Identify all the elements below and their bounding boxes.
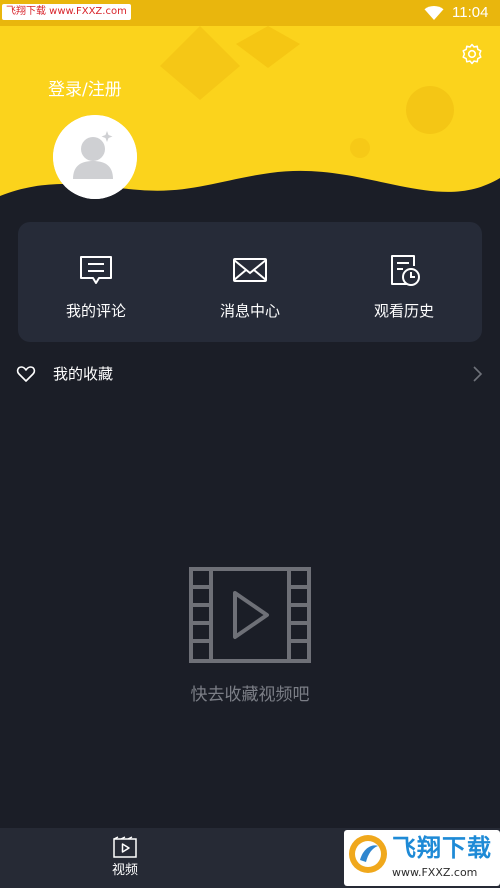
nav-tab-video-label: 视频 [111,863,138,878]
profile-header: 登录/注册 [0,26,500,236]
my-favorites-row[interactable]: 我的收藏 [0,352,500,396]
avatar[interactable] [53,115,137,199]
watermark-url: www.FXXZ.com [392,866,478,879]
wifi-icon [424,6,444,20]
watch-history-button[interactable]: 观看历史 [327,222,481,342]
message-center-button[interactable]: 消息中心 [173,222,327,342]
video-icon [113,836,137,858]
actions-card: 我的评论 消息中心 观看历史 [18,222,482,342]
default-user-icon [53,115,137,199]
watermark-top: 飞翔下载 www.FXXZ.com [2,4,131,20]
chevron-right-icon [473,366,483,382]
watch-history-label: 观看历史 [373,302,434,320]
comment-icon [80,256,112,284]
settings-gear-icon[interactable] [460,42,484,66]
mail-icon [233,258,267,282]
film-play-icon [189,567,311,663]
clock: 11:04 [452,4,489,21]
history-icon [391,255,420,286]
nav-tab-video[interactable]: 视频 [90,828,160,888]
message-center-label: 消息中心 [219,302,280,320]
my-favorites-label: 我的收藏 [53,365,114,383]
my-comments-button[interactable]: 我的评论 [19,222,173,342]
my-comments-label: 我的评论 [65,302,126,320]
watermark-title: 飞翔下载 [392,834,492,862]
login-register-link[interactable]: 登录/注册 [48,78,122,102]
fxxz-logo-icon [349,835,387,873]
watermark-bottom: 飞翔下载 www.FXXZ.com [344,830,500,886]
empty-favorites-text: 快去收藏视频吧 [190,685,310,705]
status-bar: 飞翔下载 www.FXXZ.com 11:04 [0,0,500,26]
heart-icon [16,366,36,382]
